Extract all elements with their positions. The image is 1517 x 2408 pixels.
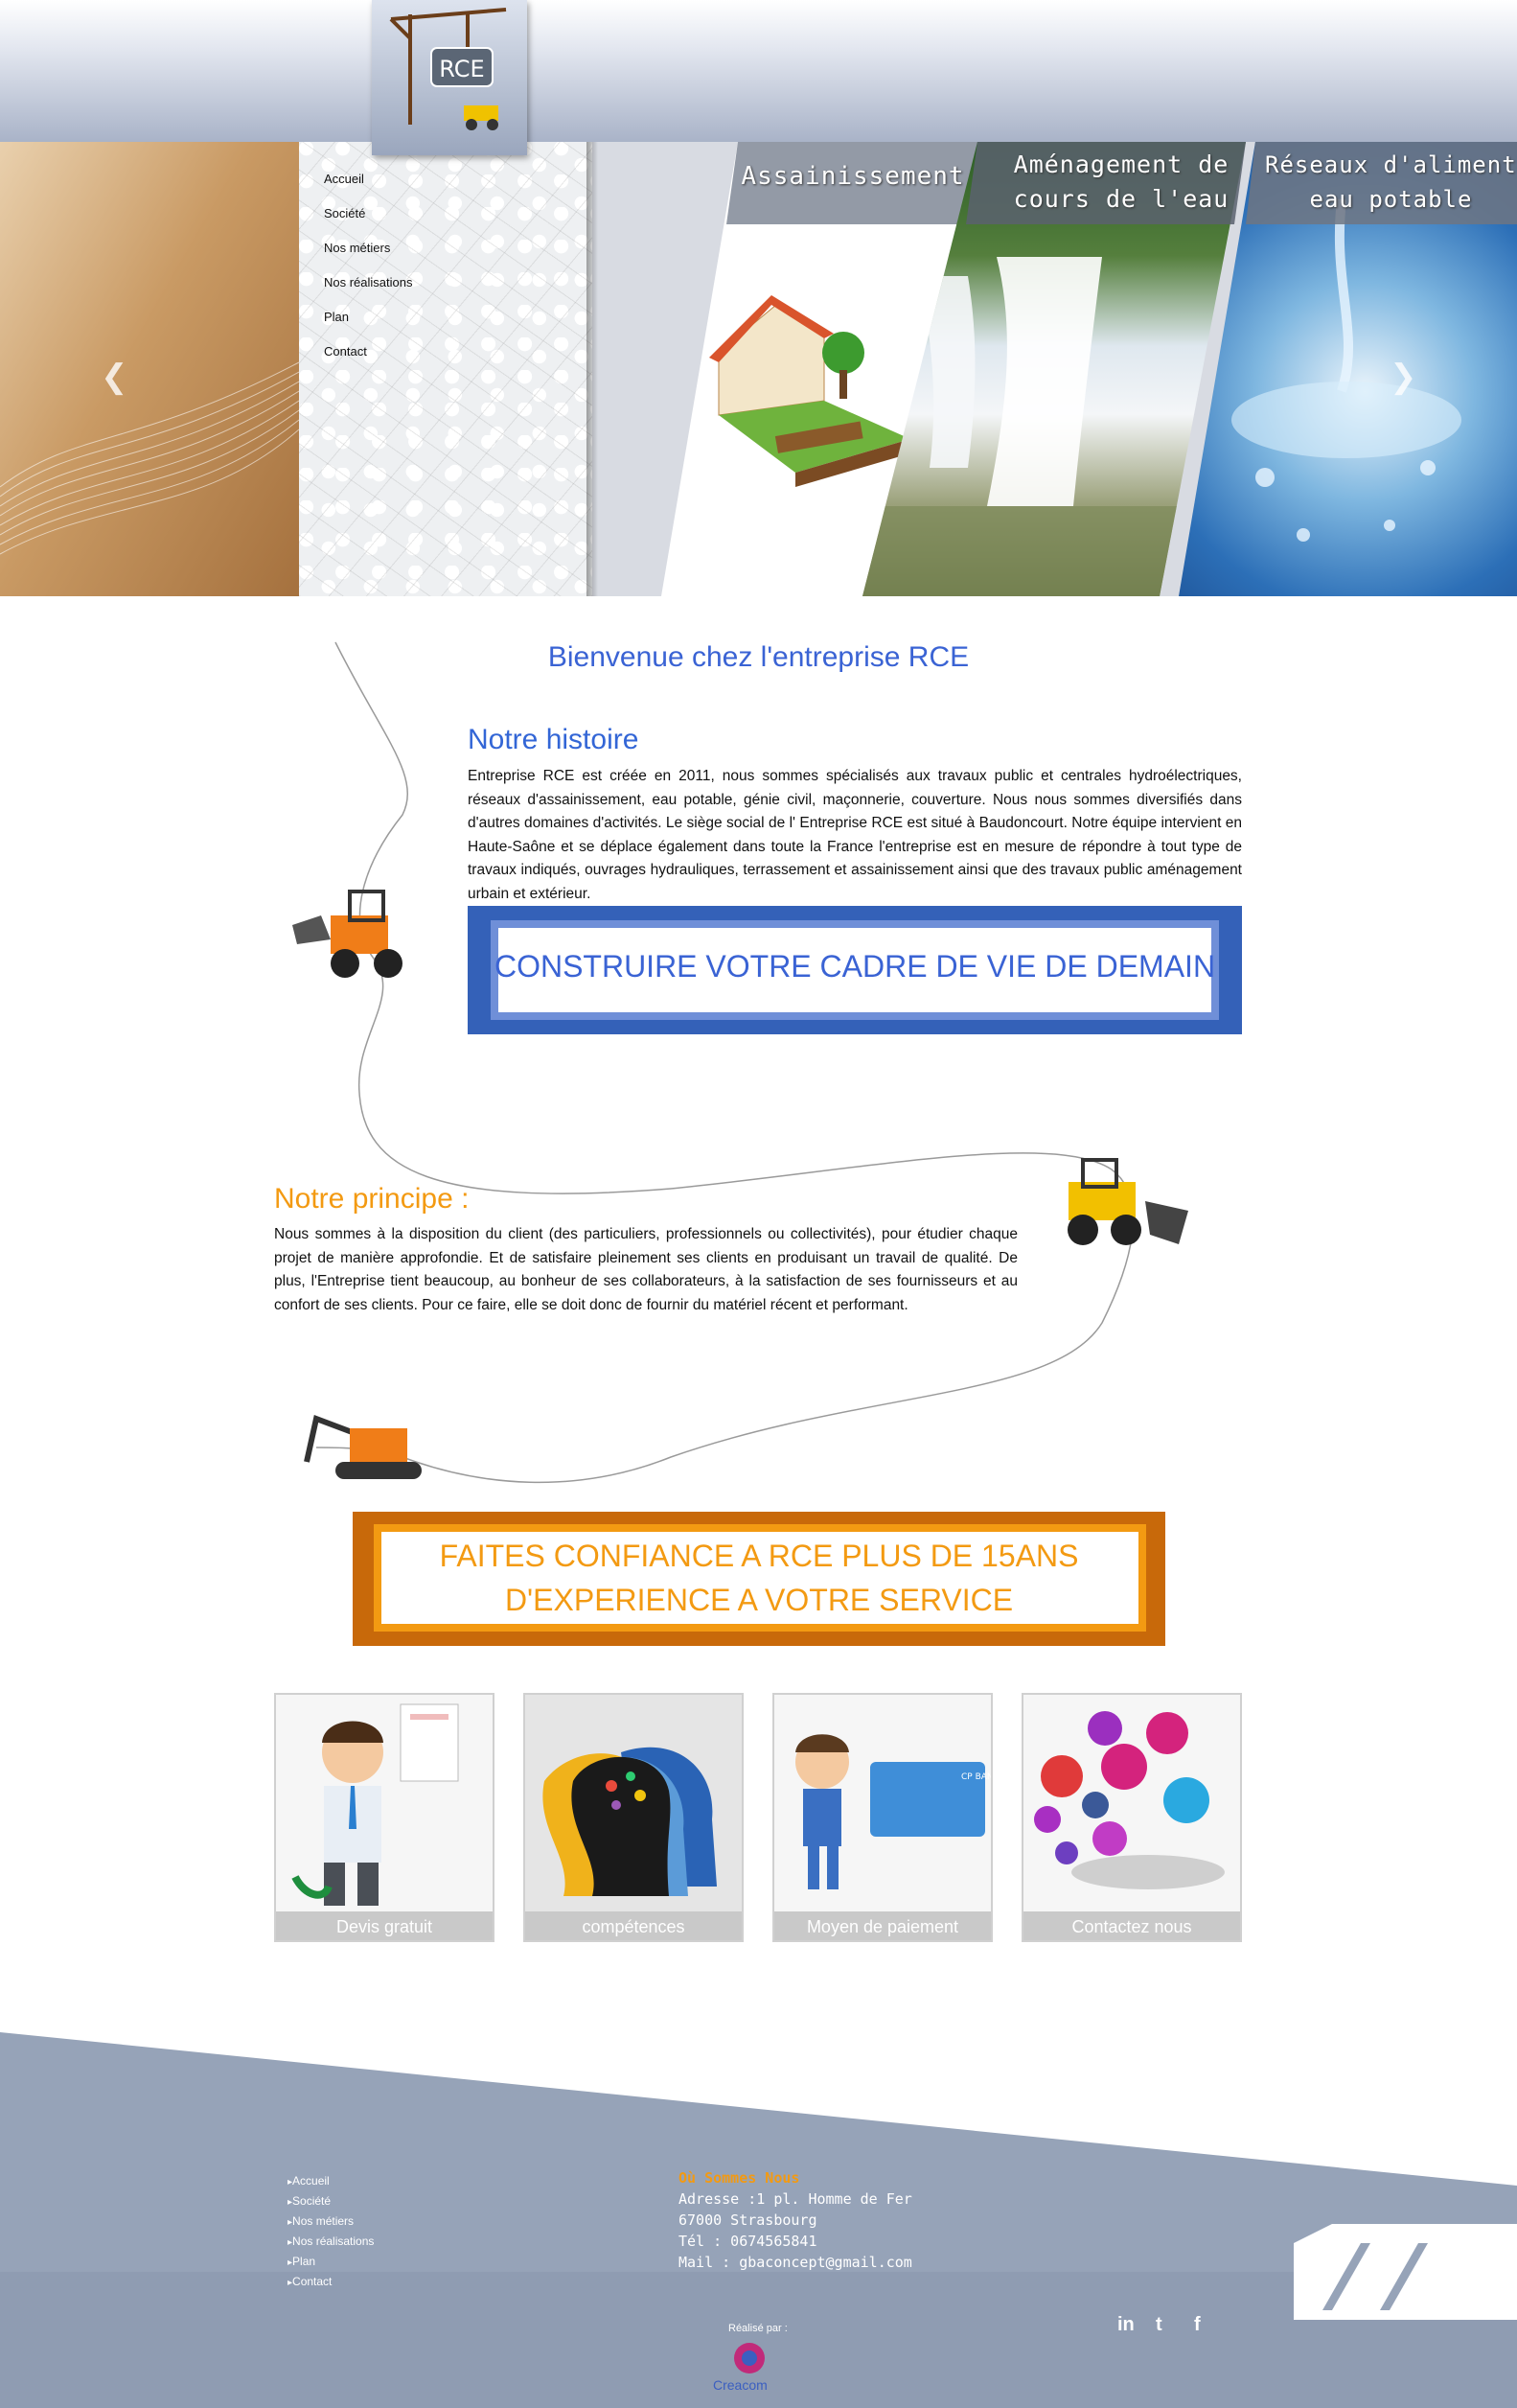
slider-next-chevron-icon[interactable]: ❯ [1390,358,1417,396]
principe-title: Notre principe : [274,1183,470,1215]
footer-link-nos-metiers[interactable]: Nos métiers [287,2214,354,2228]
slide-title-amenagement: Aménagement de cours de l'eau [997,148,1246,217]
footer-link-plan[interactable]: Plan [287,2255,315,2268]
footer-address: Adresse :1 pl. Homme de Fer [678,2190,912,2208]
menu-item-nos-metiers[interactable]: Nos métiers [324,241,390,255]
footer-email: Mail : gbaconcept@gmail.com [678,2254,912,2271]
hero-slider: Assainissement Aménagement de cours de l… [0,142,1517,596]
yellow-loader-icon [1068,1158,1188,1245]
menu-item-societe[interactable]: Société [324,206,365,220]
footer-where-title: Où Sommes Nous [678,2169,800,2187]
excavator-icon [304,1414,422,1479]
histoire-title: Notre histoire [468,724,639,755]
slide-title-amenagement-line2: cours de l'eau [1013,185,1230,213]
facebook-icon[interactable]: f [1194,2314,1201,2336]
slide-title-reseaux-line1: Réseaux d'alimentation [1265,151,1517,178]
footer-city: 67000 Strasbourg [678,2211,817,2229]
card-devis-gratuit[interactable]: Devis gratuit [274,1693,494,1942]
footer-link-societe[interactable]: Société [287,2194,331,2208]
footer-decor-shape [1294,2224,1517,2320]
footer-link-accueil[interactable]: Accueil [287,2174,330,2188]
card-caption-competences: compétences [525,1911,742,1940]
menu-shadow [586,142,598,596]
welcome-title: Bienvenue chez l'entreprise RCE [547,641,970,673]
menu-item-nos-realisations[interactable]: Nos réalisations [324,275,413,289]
social-bubbles-icon [1034,1711,1225,1889]
card-bank-label: CP BANK [961,1772,991,1782]
hero-decor-panel [0,142,299,596]
slide-title-assainissement: Assainissement [741,162,965,191]
footer-phone: Tél : 0674565841 [678,2233,817,2250]
menu-item-accueil[interactable]: Accueil [324,172,364,186]
footer-link-nos-realisations[interactable]: Nos réalisations [287,2234,374,2248]
top-bar [0,0,1517,142]
card-moyen-de-paiement[interactable]: CP BANK Moyen de paiement [772,1693,993,1942]
footer-realise-label: Réalisé par : [728,2323,788,2334]
menu-item-plan[interactable]: Plan [324,310,349,324]
logo-text: RCE [439,56,484,82]
twitter-icon[interactable]: t [1156,2314,1162,2336]
crane-logo-icon: RCE [389,8,507,130]
creacom-name[interactable]: Creacom [713,2377,768,2393]
card-caption-contact: Contactez nous [1023,1911,1240,1940]
principe-body: Nous sommes à la disposition du client (… [274,1226,1018,1313]
creacom-logo-icon[interactable] [730,2339,769,2377]
banner-construire-text: CONSTRUIRE VOTRE CADRE DE VIE DE DEMAIN [494,949,1216,984]
footer-link-contact[interactable]: Contact [287,2275,332,2288]
card-contactez-nous[interactable]: Contactez nous [1022,1693,1242,1942]
slide-title-amenagement-line1: Aménagement de [1013,150,1230,178]
menu-item-contact[interactable]: Contact [324,344,367,359]
banner-confiance-text: FAITES CONFIANCE A RCE PLUS DE 15ANS D'E… [353,1534,1165,1622]
brain-heads-icon [542,1747,717,1896]
decorative-path-line [315,641,1135,1484]
banner-confiance-line1: FAITES CONFIANCE A RCE PLUS DE 15ANS [439,1539,1079,1573]
wave-lines [0,361,299,555]
histoire-body: Entreprise RCE est créée en 2011, nous s… [468,768,1242,902]
logo[interactable]: RCE [372,0,527,155]
businessman-icon [291,1703,459,1906]
card-competences[interactable]: compétences [523,1693,744,1942]
linkedin-icon[interactable]: in [1117,2314,1135,2336]
slider-prev-chevron-icon[interactable]: ❮ [101,358,128,396]
slide-title-reseaux: Réseaux d'alimentation eau potable [1265,148,1517,217]
wheel-loader-icon [292,890,402,978]
card-caption-paiement: Moyen de paiement [774,1911,991,1940]
slide-title-reseaux-line2: eau potable [1309,186,1473,213]
credit-card-boy-icon: CP BANK [795,1734,991,1889]
banner-confiance-line2: D'EXPERIENCE A VOTRE SERVICE [504,1583,1014,1617]
card-caption-devis: Devis gratuit [276,1911,493,1940]
